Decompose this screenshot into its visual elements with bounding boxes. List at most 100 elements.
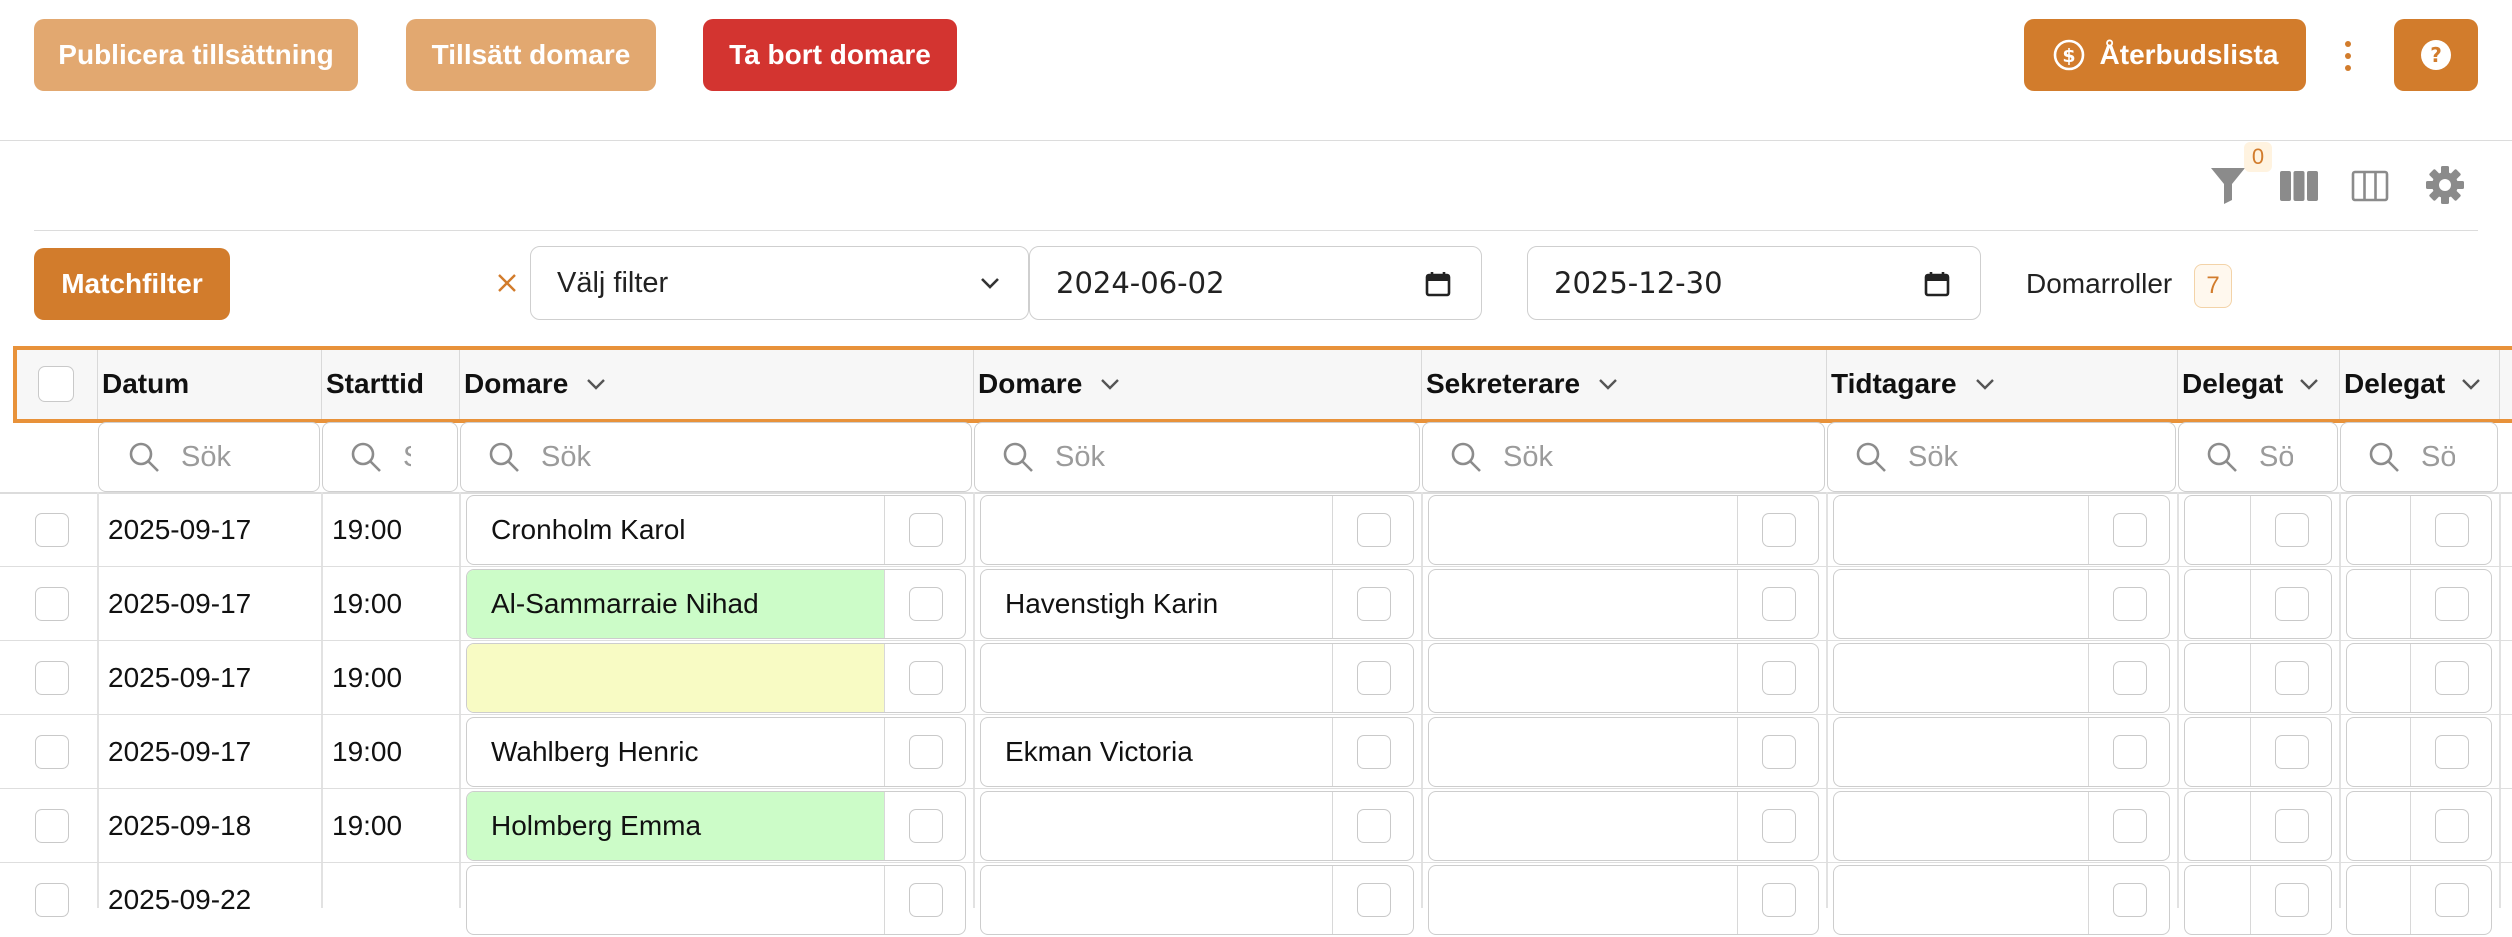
referee-2-checkbox[interactable] bbox=[1357, 661, 1391, 695]
referee-2-checkbox[interactable] bbox=[1357, 513, 1391, 547]
timekeeper-checkbox[interactable] bbox=[2113, 883, 2147, 917]
row-select-checkbox[interactable] bbox=[35, 809, 69, 843]
column-header-start-time[interactable]: Starttid bbox=[322, 348, 460, 420]
referee-2-slot[interactable] bbox=[980, 643, 1414, 713]
referee-1-checkbox[interactable] bbox=[909, 587, 943, 621]
row-select-checkbox[interactable] bbox=[35, 883, 69, 917]
timekeeper-slot[interactable] bbox=[1833, 643, 2170, 713]
delegate-1-checkbox[interactable] bbox=[2275, 513, 2309, 547]
row-select-checkbox[interactable] bbox=[35, 661, 69, 695]
delegate-2-slot[interactable] bbox=[2346, 791, 2492, 861]
delegate-2-checkbox[interactable] bbox=[2435, 883, 2469, 917]
referee-2-slot[interactable]: Ekman Victoria bbox=[980, 717, 1414, 787]
column-header-secretary[interactable]: Sekreterare bbox=[1422, 348, 1827, 420]
filter-icon[interactable] bbox=[2208, 164, 2248, 208]
column-header-timekeeper[interactable]: Tidtagare bbox=[1827, 348, 2178, 420]
timekeeper-slot[interactable] bbox=[1833, 569, 2170, 639]
timekeeper-checkbox[interactable] bbox=[2113, 809, 2147, 843]
secretary-checkbox[interactable] bbox=[1762, 883, 1796, 917]
column-header-referee-1[interactable]: Domare bbox=[460, 348, 974, 420]
referee-1-checkbox[interactable] bbox=[909, 513, 943, 547]
more-options-icon[interactable] bbox=[2338, 36, 2358, 76]
delegate-1-slot[interactable] bbox=[2184, 717, 2332, 787]
delegate-2-slot[interactable] bbox=[2346, 717, 2492, 787]
delegate-2-checkbox[interactable] bbox=[2435, 587, 2469, 621]
referee-roles-label[interactable]: Domarroller bbox=[2026, 268, 2172, 300]
secretary-slot[interactable] bbox=[1428, 791, 1819, 861]
delegate-2-checkbox[interactable] bbox=[2435, 809, 2469, 843]
search-input-delegate-1[interactable]: Sök bbox=[2178, 422, 2338, 492]
referee-2-checkbox[interactable] bbox=[1357, 883, 1391, 917]
table-row[interactable]: 2025-09-17 19:00 bbox=[0, 641, 2512, 715]
cancellation-list-button[interactable]: $ Återbudslista bbox=[2024, 19, 2306, 91]
column-header-delegate-1[interactable]: Delegat bbox=[2178, 348, 2340, 420]
calendar-icon[interactable] bbox=[1425, 271, 1451, 297]
search-input-referee-2[interactable]: Sök bbox=[974, 422, 1420, 492]
search-input-date[interactable]: Sök bbox=[98, 422, 320, 492]
timekeeper-slot[interactable] bbox=[1833, 865, 2170, 935]
filter-select[interactable]: Välj filter bbox=[530, 246, 1029, 320]
referee-1-checkbox[interactable] bbox=[909, 883, 943, 917]
column-header-referee-2[interactable]: Domare bbox=[974, 348, 1422, 420]
timekeeper-checkbox[interactable] bbox=[2113, 513, 2147, 547]
delegate-2-slot[interactable] bbox=[2346, 569, 2492, 639]
table-row[interactable]: 2025-09-22 bbox=[0, 863, 2512, 937]
secretary-checkbox[interactable] bbox=[1762, 661, 1796, 695]
delegate-2-checkbox[interactable] bbox=[2435, 661, 2469, 695]
chevron-down-icon[interactable] bbox=[1973, 372, 1997, 396]
search-input-start-time[interactable]: Sök bbox=[322, 422, 458, 492]
help-button[interactable]: ? bbox=[2394, 19, 2478, 91]
timekeeper-checkbox[interactable] bbox=[2113, 587, 2147, 621]
referee-2-checkbox[interactable] bbox=[1357, 809, 1391, 843]
timekeeper-checkbox[interactable] bbox=[2113, 661, 2147, 695]
match-filter-button[interactable]: Matchfilter bbox=[34, 248, 230, 320]
column-header-date[interactable]: Datum bbox=[98, 348, 322, 420]
delegate-2-slot[interactable] bbox=[2346, 865, 2492, 935]
delegate-2-checkbox[interactable] bbox=[2435, 513, 2469, 547]
publish-assignment-button[interactable]: Publicera tillsättning bbox=[34, 19, 358, 91]
secretary-checkbox[interactable] bbox=[1762, 809, 1796, 843]
timekeeper-slot[interactable] bbox=[1833, 495, 2170, 565]
referee-1-slot[interactable]: Al-Sammarraie Nihad bbox=[466, 569, 966, 639]
assign-referee-button[interactable]: Tillsätt domare bbox=[406, 19, 656, 91]
referee-1-slot[interactable]: Cronholm Karol bbox=[466, 495, 966, 565]
secretary-slot[interactable] bbox=[1428, 865, 1819, 935]
table-row[interactable]: 2025-09-17 19:00 Wahlberg Henric Ekman V… bbox=[0, 715, 2512, 789]
delegate-1-checkbox[interactable] bbox=[2275, 661, 2309, 695]
delegate-2-slot[interactable] bbox=[2346, 643, 2492, 713]
clear-filter-icon[interactable] bbox=[494, 270, 520, 296]
delegate-1-slot[interactable] bbox=[2184, 643, 2332, 713]
search-input-referee-1[interactable]: Sök bbox=[460, 422, 972, 492]
table-row[interactable]: 2025-09-18 19:00 Holmberg Emma bbox=[0, 789, 2512, 863]
delegate-1-checkbox[interactable] bbox=[2275, 587, 2309, 621]
search-input-timekeeper[interactable]: Sök bbox=[1827, 422, 2176, 492]
chevron-down-icon[interactable] bbox=[1596, 372, 1620, 396]
delegate-1-checkbox[interactable] bbox=[2275, 735, 2309, 769]
referee-1-checkbox[interactable] bbox=[909, 661, 943, 695]
chevron-down-icon[interactable] bbox=[2459, 372, 2483, 396]
search-input-secretary[interactable]: Sök bbox=[1422, 422, 1825, 492]
referee-2-slot[interactable]: Havenstigh Karin bbox=[980, 569, 1414, 639]
delegate-2-checkbox[interactable] bbox=[2435, 735, 2469, 769]
column-header-delegate-2[interactable]: Delegat bbox=[2340, 348, 2500, 420]
row-select-checkbox[interactable] bbox=[35, 735, 69, 769]
referee-2-slot[interactable] bbox=[980, 495, 1414, 565]
table-row[interactable]: 2025-09-17 19:00 Al-Sammarraie Nihad Hav… bbox=[0, 567, 2512, 641]
delegate-1-slot[interactable] bbox=[2184, 495, 2332, 565]
timekeeper-slot[interactable] bbox=[1833, 791, 2170, 861]
secretary-checkbox[interactable] bbox=[1762, 735, 1796, 769]
secretary-slot[interactable] bbox=[1428, 643, 1819, 713]
referee-1-checkbox[interactable] bbox=[909, 735, 943, 769]
search-input-delegate-2[interactable]: Sök bbox=[2340, 422, 2498, 492]
referee-1-slot[interactable]: Wahlberg Henric bbox=[466, 717, 966, 787]
delegate-2-slot[interactable] bbox=[2346, 495, 2492, 565]
delegate-1-slot[interactable] bbox=[2184, 791, 2332, 861]
referee-2-slot[interactable] bbox=[980, 791, 1414, 861]
referee-1-slot[interactable] bbox=[466, 643, 966, 713]
timekeeper-checkbox[interactable] bbox=[2113, 735, 2147, 769]
referee-2-slot[interactable] bbox=[980, 865, 1414, 935]
timekeeper-slot[interactable] bbox=[1833, 717, 2170, 787]
row-select-checkbox[interactable] bbox=[35, 513, 69, 547]
delegate-1-slot[interactable] bbox=[2184, 865, 2332, 935]
secretary-checkbox[interactable] bbox=[1762, 587, 1796, 621]
